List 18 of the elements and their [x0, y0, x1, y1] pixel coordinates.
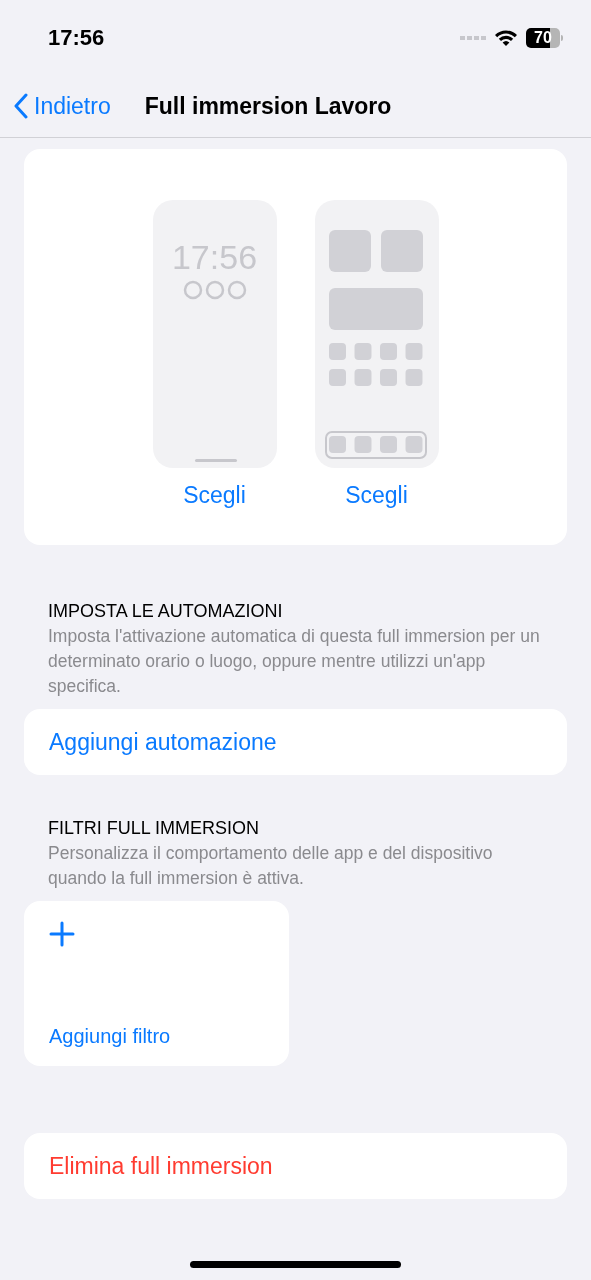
wifi-icon [494, 28, 518, 47]
home-screen-preview[interactable] [314, 200, 439, 468]
nav-title: Full immersion Lavoro [144, 92, 392, 120]
section-header: FILTRI FULL IMMERSION [48, 817, 261, 840]
delete-focus-button[interactable]: Elimina full immersion [24, 1133, 567, 1199]
back-button[interactable]: Indietro [14, 92, 111, 120]
section-description: Personalizza il comportamento delle app e del dispositivo quando la full immersion è attiva. [48, 842, 494, 890]
widget-circles-icon [182, 280, 247, 300]
add-filter-button[interactable]: Aggiungi filtro [24, 901, 289, 1066]
choose-button[interactable]: Scegli [183, 482, 246, 509]
section-description: Imposta l'attivazione automatica di questa full immersion per un determinato orario o luogo, oppure mentre utilizzi un'app specifica. [48, 625, 541, 698]
chevron-left-icon [14, 93, 28, 119]
status-time: 17:56 [48, 24, 105, 51]
add-automation-button[interactable]: Aggiungi automazione [24, 709, 567, 775]
plus-icon [49, 921, 75, 947]
signal-icon [460, 34, 486, 41]
section-header: IMPOSTA LE AUTOMAZIONI [48, 600, 284, 623]
choose-button[interactable]: Scegli [345, 482, 408, 509]
